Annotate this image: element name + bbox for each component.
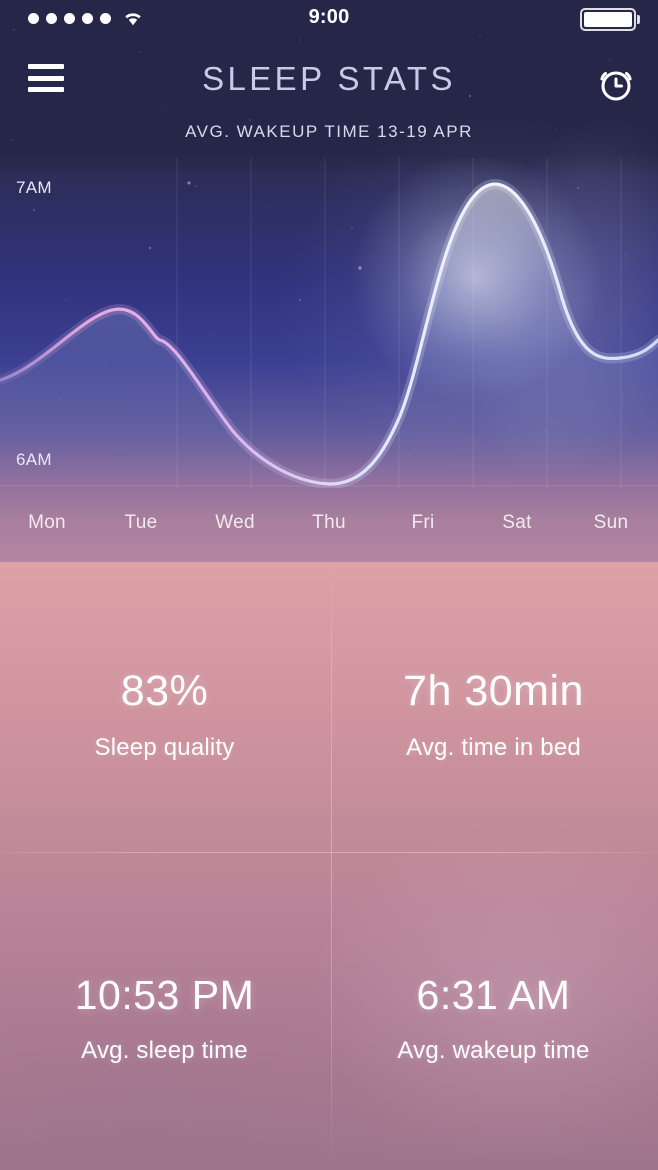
stat-value: 10:53 PM (74, 971, 255, 1018)
stat-card-wakeup-time[interactable]: 6:31 AM Avg. wakeup time (329, 866, 658, 1170)
y-axis-label-bottom: 6AM (16, 450, 52, 469)
status-bar-time: 9:00 (308, 6, 350, 28)
stat-label: Sleep quality (94, 733, 235, 761)
y-axis-label-top: 7AM (16, 178, 52, 197)
battery-icon (579, 8, 640, 31)
status-bar: 9:00 (0, 0, 658, 40)
battery-body (579, 8, 636, 31)
stat-value: 7h 30min (403, 666, 584, 715)
stat-card-sleep-quality[interactable]: 83% Sleep quality (0, 562, 329, 866)
day-label-sat[interactable]: Sat (470, 512, 564, 548)
stats-section: 83% Sleep quality 7h 30min Avg. time in … (0, 562, 658, 1170)
sleep-stats-screen: 9:00 SLEEP STATS AVG. WAKEUP TIME 13-19 … (0, 0, 658, 1170)
battery-cap (637, 15, 640, 24)
day-axis: Mon Tue Wed Thu Fri Sat Sun (0, 512, 658, 548)
day-label-thu[interactable]: Thu (282, 512, 376, 548)
wakeup-time-line-chart (0, 158, 658, 488)
stats-grid: 83% Sleep quality 7h 30min Avg. time in … (0, 562, 658, 1170)
stat-card-sleep-time[interactable]: 10:53 PM Avg. sleep time (0, 866, 329, 1170)
day-label-mon[interactable]: Mon (0, 512, 94, 548)
day-label-wed[interactable]: Wed (188, 512, 282, 548)
stat-card-time-in-bed[interactable]: 7h 30min Avg. time in bed (329, 562, 658, 866)
header-subtitle: AVG. WAKEUP TIME 13-19 APR (185, 122, 473, 141)
stat-value: 6:31 AM (416, 971, 571, 1018)
page-title: SLEEP STATS (202, 60, 456, 97)
day-label-sun[interactable]: Sun (564, 512, 658, 548)
alarm-clock-icon[interactable] (594, 62, 638, 106)
day-label-fri[interactable]: Fri (376, 512, 470, 548)
day-label-tue[interactable]: Tue (94, 512, 188, 548)
stat-label: Avg. sleep time (81, 1036, 248, 1064)
app-header: SLEEP STATS AVG. WAKEUP TIME 13-19 APR (0, 44, 658, 154)
stat-label: Avg. wakeup time (397, 1036, 590, 1064)
stat-value: 83% (120, 666, 209, 715)
battery-fill (583, 12, 632, 27)
stat-label: Avg. time in bed (406, 733, 581, 761)
chart-svg (0, 158, 658, 488)
